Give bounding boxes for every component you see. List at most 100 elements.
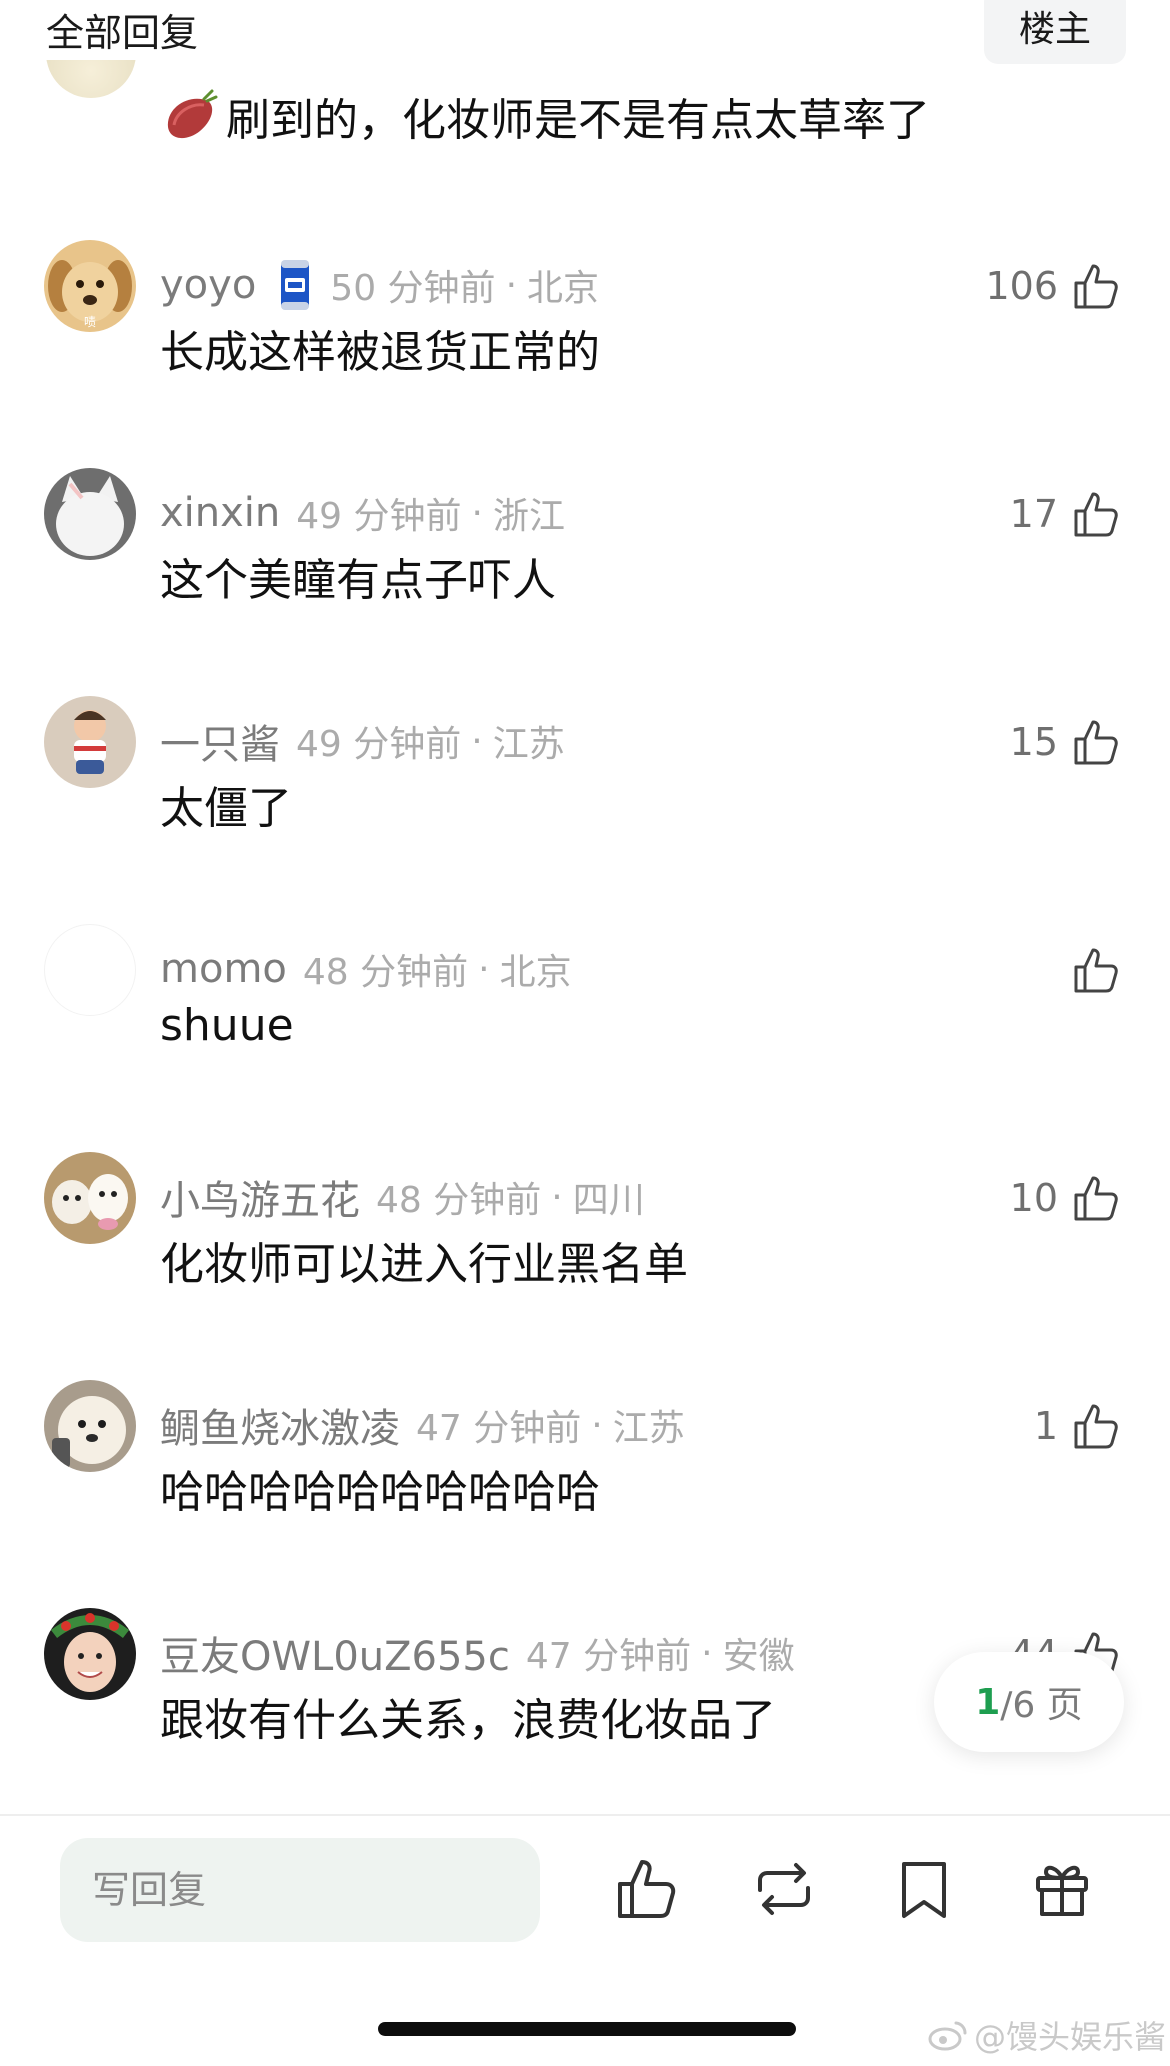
like-button[interactable]: 17: [1010, 488, 1120, 540]
thumbs-up-icon[interactable]: [614, 1856, 678, 1922]
meta-separator: ·: [471, 492, 483, 534]
meta-separator: ·: [505, 264, 518, 306]
comment-text: shuue: [160, 1000, 294, 1051]
owner-only-button[interactable]: 楼主: [984, 0, 1126, 64]
timestamp: 48 分钟前: [302, 952, 469, 993]
comment-text: 跟妆有什么关系，浪费化妆品了: [160, 1695, 776, 1746]
timestamp: 50 分钟前: [330, 268, 496, 309]
reply-input[interactable]: [60, 1838, 540, 1942]
bookmark-icon[interactable]: [892, 1856, 956, 1922]
location: 北京: [499, 952, 572, 993]
puppies-avatar-icon: [44, 1152, 136, 1244]
location: 江苏: [492, 724, 565, 765]
location: 安徽: [722, 1636, 795, 1677]
baby-avatar-icon: [44, 696, 136, 788]
avatar[interactable]: [46, 60, 136, 100]
meta-separator: ·: [478, 948, 490, 990]
like-button[interactable]: 1: [1034, 1400, 1120, 1452]
gift-icon[interactable]: [1030, 1856, 1094, 1922]
like-count: 1: [1033, 1404, 1058, 1448]
comment-item: momo 48 分钟前 · 北京 shuue: [0, 924, 1170, 1152]
total-pages: /6 页: [1000, 1685, 1083, 1726]
avatar[interactable]: [44, 1608, 136, 1700]
bottom-action-bar: @馒头娱乐酱: [0, 1814, 1170, 2066]
like-count: 17: [1009, 492, 1058, 536]
avatar[interactable]: [44, 1152, 136, 1244]
avatar[interactable]: [44, 696, 136, 788]
comment-text: 这个美瞳有点子吓人: [160, 555, 556, 606]
thumbs-up-icon: [1072, 945, 1120, 995]
comment-item: 小鸟游五花 48 分钟前 · 四川 化妆师可以进入行业黑名单 10: [0, 1152, 1170, 1380]
like-count: 106: [985, 264, 1058, 308]
dog-avatar-icon: 啧: [44, 240, 136, 332]
comment-text: 哈哈哈哈哈哈哈哈哈哈: [160, 1467, 600, 1518]
comment-text: 长成这样被退货正常的: [160, 327, 600, 378]
fluffy-dog-avatar-icon: [44, 1380, 136, 1472]
like-count: 10: [1009, 1176, 1058, 1220]
avatar[interactable]: [44, 468, 136, 560]
username[interactable]: 小鸟游五花: [160, 1168, 360, 1226]
comment-item: 一只酱 49 分钟前 · 江苏 太僵了 15: [0, 696, 1170, 924]
meta-separator: ·: [551, 1176, 563, 1218]
person-avatar-icon: [44, 1608, 136, 1700]
current-page: 1: [975, 1681, 1001, 1723]
comment-meta: momo 48 分钟前 · 北京: [160, 944, 572, 994]
username[interactable]: 鲷鱼烧冰激凌: [160, 1396, 400, 1454]
can-badge-icon: [281, 260, 310, 310]
location: 四川: [572, 1180, 645, 1221]
comment-text: 化妆师可以进入行业黑名单: [160, 1239, 688, 1290]
username[interactable]: yoyo: [160, 262, 256, 308]
watermark: @馒头娱乐酱: [928, 2012, 1166, 2058]
header: 全部回复 楼主: [0, 0, 1170, 66]
page-title: 全部回复: [46, 11, 199, 55]
location: 浙江: [493, 496, 566, 537]
comment-meta: 小鸟游五花 48 分钟前 · 四川: [160, 1172, 645, 1225]
comment-text: 太僵了: [160, 783, 292, 834]
like-button[interactable]: 10: [1010, 1172, 1120, 1224]
home-indicator: [378, 2022, 796, 2036]
comment-meta: 豆友OWL0uZ655c 47 分钟前 · 安徽: [160, 1628, 795, 1681]
timestamp: 47 分钟前: [525, 1636, 692, 1677]
username[interactable]: 一只酱: [160, 712, 280, 770]
username[interactable]: momo: [160, 946, 287, 992]
location: 江苏: [612, 1408, 685, 1449]
timestamp: 49 分钟前: [296, 724, 462, 765]
thumbs-up-icon: [1072, 261, 1120, 311]
meta-separator: ·: [471, 720, 483, 762]
meta-separator: ·: [591, 1404, 603, 1446]
cat-avatar-icon: [44, 468, 136, 560]
page-indicator[interactable]: 1 /6 页: [934, 1652, 1124, 1752]
comment-meta: xinxin 49 分钟前 · 浙江: [160, 488, 565, 538]
sweet-potato-icon: [167, 89, 218, 139]
comment-meta: 鲷鱼烧冰激凌 47 分钟前 · 江苏: [160, 1400, 685, 1453]
thumbs-up-icon: [1072, 1173, 1120, 1223]
comment-item: 啧 yoyo 50 分钟前 · 北京 长成这样被退货正常的 106: [0, 240, 1170, 468]
comment-meta: 一只酱 49 分钟前 · 江苏: [160, 716, 565, 769]
like-button[interactable]: 106: [985, 260, 1120, 312]
avatar[interactable]: [44, 924, 136, 1016]
timestamp: 47 分钟前: [416, 1408, 582, 1449]
thumbs-up-icon: [1072, 489, 1120, 539]
thumbs-up-icon: [1072, 1401, 1120, 1451]
comment-item: xinxin 49 分钟前 · 浙江 这个美瞳有点子吓人 17: [0, 468, 1170, 696]
partial-comment-text: 刷到的，化妆师是不是有点太草率了: [226, 95, 930, 146]
weibo-icon: [928, 2021, 967, 2051]
comment-meta: yoyo 50 分钟前 · 北京: [160, 260, 599, 310]
username[interactable]: 豆友OWL0uZ655c: [160, 1624, 510, 1682]
meta-separator: ·: [701, 1632, 713, 1674]
comment-item: 鲷鱼烧冰激凌 47 分钟前 · 江苏 哈哈哈哈哈哈哈哈哈哈 1: [0, 1380, 1170, 1608]
location: 北京: [527, 268, 600, 309]
comment-text: 刷到的，化妆师是不是有点太草率了: [160, 84, 930, 148]
username[interactable]: xinxin: [160, 490, 280, 536]
like-button[interactable]: 15: [1010, 716, 1120, 768]
timestamp: 49 分钟前: [296, 496, 462, 537]
thumbs-up-icon: [1072, 717, 1120, 767]
svg-text:啧: 啧: [84, 315, 96, 329]
avatar[interactable]: 啧: [44, 240, 136, 332]
like-button[interactable]: [1058, 944, 1120, 996]
timestamp: 48 分钟前: [376, 1180, 542, 1221]
repost-icon[interactable]: [752, 1856, 816, 1922]
like-count: 15: [1009, 720, 1058, 764]
avatar[interactable]: [44, 1380, 136, 1472]
watermark-text: @馒头娱乐酱: [974, 2018, 1167, 2056]
